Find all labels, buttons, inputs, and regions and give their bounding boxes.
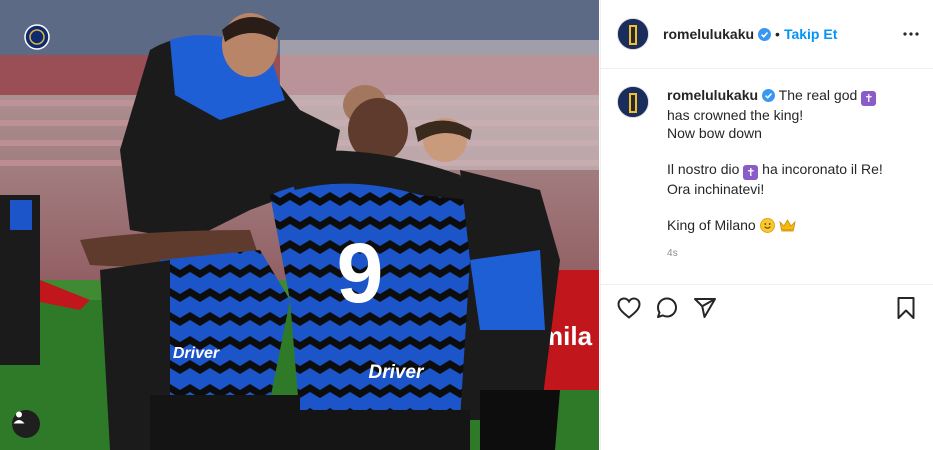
caption-username[interactable]: romelulukaku bbox=[667, 87, 758, 103]
caption-line: Now bow down bbox=[667, 125, 762, 141]
avatar[interactable] bbox=[617, 18, 649, 50]
caption-avatar[interactable] bbox=[617, 86, 649, 118]
caption-line: The real god bbox=[778, 87, 858, 103]
celebration-image: mila 9 Driver Driver bbox=[0, 0, 599, 450]
separator-dot: • bbox=[775, 26, 780, 42]
heart-icon[interactable] bbox=[613, 292, 645, 324]
follow-button[interactable]: Takip Et bbox=[784, 26, 837, 42]
action-bar bbox=[601, 284, 933, 330]
crown-emoji-icon bbox=[778, 218, 796, 232]
cross-emoji: ✝ bbox=[861, 91, 877, 106]
sponsor-text-left: Driver bbox=[173, 345, 220, 362]
caption-line: Ora inchinatevi! bbox=[667, 181, 765, 197]
cross-emoji: ✝ bbox=[743, 165, 759, 180]
caption-line: has crowned the king! bbox=[667, 107, 804, 123]
post-timestamp: 4s bbox=[667, 248, 678, 259]
username[interactable]: romelulukaku bbox=[663, 26, 754, 42]
verified-badge-icon bbox=[758, 27, 772, 41]
caption-line: ha incoronato il Re! bbox=[762, 161, 883, 177]
bookmark-icon[interactable] bbox=[890, 292, 922, 324]
verified-badge-icon bbox=[762, 88, 776, 102]
sponsor-text: Driver bbox=[369, 362, 426, 383]
post-side-panel: romelulukaku • Takip Et romelulukaku The… bbox=[600, 0, 933, 450]
comment-icon[interactable] bbox=[651, 292, 683, 324]
user-tag-icon[interactable] bbox=[12, 410, 40, 438]
caption-line: Il nostro dio bbox=[667, 161, 740, 177]
more-options-icon[interactable] bbox=[901, 24, 921, 44]
share-icon[interactable] bbox=[689, 292, 721, 324]
smile-emoji-icon bbox=[759, 218, 775, 233]
jersey-number: 9 bbox=[337, 226, 384, 320]
post-header: romelulukaku • Takip Et bbox=[601, 0, 933, 69]
caption-text: romelulukaku The real god ✝ has crowned … bbox=[667, 86, 883, 234]
caption: romelulukaku The real god ✝ has crowned … bbox=[617, 86, 917, 259]
post-photo[interactable]: mila 9 Driver Driver bbox=[0, 0, 599, 450]
caption-line: King of Milano bbox=[667, 217, 756, 233]
